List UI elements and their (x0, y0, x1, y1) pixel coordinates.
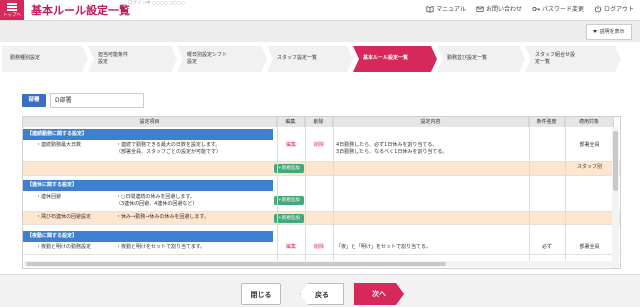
step-label: 曜日別設定シフト 設定 (187, 52, 228, 65)
explain-toggle-button[interactable]: 説明を表示 (586, 24, 632, 40)
step-shift-order[interactable]: 勤務並び設定一覧 (437, 46, 525, 72)
column-header: 条件強度 (529, 117, 565, 127)
column-header: 削除 (305, 117, 333, 127)
manual-label: マニュアル (436, 6, 466, 13)
delete-link[interactable]: 削除 (305, 242, 333, 253)
setting-description: ・○日間連続の休みを回避します。 （3連休の回避、4連休の回避など） (116, 194, 198, 207)
step-staff-combination[interactable]: スタッフ組合せ設 定一覧 (525, 46, 621, 72)
step-basic-rules[interactable]: 基本ルール設定一覧 (353, 46, 437, 72)
triangle-down-icon (593, 30, 598, 33)
step-shift-types[interactable]: 勤務種別設定 (2, 46, 88, 72)
table-row: ・連続勤務最大日数 ・連続で勤務できる最大の日数を設定します。 （部署全員、スタ… (23, 140, 620, 162)
step-label: 基本ルール設定一覧 (363, 55, 409, 61)
column-header: 適用対象 (565, 117, 614, 127)
add-new-button[interactable]: +新規追加 (274, 164, 304, 173)
login-info: ログイン中 ○○○○ ○○○○ (128, 1, 185, 6)
horizontal-scrollbar[interactable] (24, 261, 613, 267)
header: トップへ 基本ルール設定一覧 ログイン中 ○○○○ ○○○○ マニュアル お問い… (0, 0, 640, 20)
next-button[interactable]: 次へ (354, 283, 404, 305)
logout-label: ログアウト (603, 6, 634, 13)
step-navigation: 勤務種別設定 担当可能条件 設定 曜日別設定シフト 設定 スタッフ設定一覧 基本… (2, 46, 638, 72)
password-link[interactable]: パスワード変更 (532, 4, 584, 13)
add-new-button[interactable]: +新規追加 (274, 196, 304, 205)
section-header: 【連続勤務に関する設定】 (23, 129, 273, 140)
contact-label: お問い合わせ (485, 6, 522, 13)
column-divider (529, 117, 530, 262)
add-new-button[interactable]: +新規追加 (274, 214, 304, 223)
setting-description: ・夜勤と明けをセットで割り当てます。 (116, 244, 206, 250)
close-button[interactable]: 閉じる (241, 283, 281, 305)
page-title: 基本ルール設定一覧 (31, 4, 130, 17)
column-header: 設定内容 (333, 117, 529, 127)
setting-description: ・連続で勤務できる最大の日数を設定します。 （部署全員、スタッフごとの設定が可能… (116, 142, 221, 155)
table-row: ・夜勤と明けの勤務設定 ・夜勤と明けをセットで割り当てます。 編集 削除 「夜」… (23, 242, 620, 255)
manual-link[interactable]: マニュアル (426, 4, 466, 13)
department-label: 部署 (22, 94, 46, 107)
logout-icon (594, 5, 602, 12)
column-header: 編集 (277, 117, 305, 127)
table-row: +新規追加 スタッフ別 (23, 162, 620, 176)
back-button[interactable]: 戻る (300, 283, 344, 305)
step-label: 勤務種別設定 (10, 55, 41, 61)
step-label: 勤務並び設定一覧 (447, 55, 488, 61)
password-label: パスワード変更 (541, 6, 584, 13)
step-staff-settings[interactable]: スタッフ設定一覧 (267, 46, 353, 72)
setting-content: 4日勤務したら、必ず1日休みを割り当てる。 3日勤務したら、なるべく1日休みを割… (336, 142, 448, 155)
rules-table: 設定項目 編集 削除 設定内容 条件強度 適用対象 【連続勤務に関する設定】 ・… (22, 116, 621, 269)
step-label: 担当可能条件 設定 (98, 52, 129, 65)
target-value: 部署全員 (579, 244, 600, 250)
step-label: スタッフ組合せ設 定一覧 (535, 52, 576, 65)
app-window: トップへ 基本ルール設定一覧 ログイン中 ○○○○ ○○○○ マニュアル お問い… (0, 0, 640, 307)
setting-description: ・休み→勤務→休みの休みを回避します。 (116, 214, 209, 220)
edit-link[interactable]: 編集 (277, 242, 305, 253)
edit-link[interactable]: 編集 (277, 140, 305, 151)
section-header: 【連休に関する設定】 (23, 180, 273, 191)
table-row: ・連休回避 ・○日間連続の休みを回避します。 （3連休の回避、4連休の回避など）… (23, 192, 620, 212)
footer: 閉じる 戻る 次へ (0, 274, 640, 307)
section-header: 【夜勤に関する設定】 (23, 231, 273, 242)
hamburger-icon (7, 3, 17, 11)
department-field[interactable]: D部署 (50, 93, 144, 108)
vertical-scrollbar[interactable] (612, 127, 619, 268)
strength-value (529, 140, 565, 144)
key-icon (532, 6, 540, 11)
menu-button[interactable]: トップへ (0, 0, 24, 20)
menu-label: トップへ (3, 13, 21, 18)
target-value: 部署全員 (579, 142, 600, 148)
setting-content: 「夜」と「明け」をセットで割り当てる。 (336, 244, 432, 250)
step-assignable-conditions[interactable]: 担当可能条件 設定 (88, 46, 177, 72)
strength-value: 必ず (541, 244, 552, 250)
logout-link[interactable]: ログアウト (594, 4, 634, 13)
delete-link[interactable]: 削除 (305, 140, 333, 151)
explain-label: 説明を表示 (599, 29, 625, 35)
mail-icon (476, 6, 484, 12)
step-label: スタッフ設定一覧 (277, 55, 318, 61)
contact-link[interactable]: お問い合わせ (476, 4, 522, 13)
column-divider (277, 117, 278, 262)
header-links: マニュアル お問い合わせ パスワード変更 ログアウト (426, 4, 634, 13)
scrollbar-thumb[interactable] (613, 131, 618, 191)
sub-toolbar: 説明を表示 (0, 20, 640, 42)
target-value: スタッフ別 (576, 164, 602, 170)
column-divider (333, 117, 334, 262)
column-divider (305, 117, 306, 262)
scrollbar-thumb[interactable] (26, 262, 446, 266)
column-divider (565, 117, 566, 262)
table-row: ・飛び石連休の回避設定 ・休み→勤務→休みの休みを回避します。 +新規追加 (23, 212, 620, 225)
step-weekday-shifts[interactable]: 曜日別設定シフト 設定 (177, 46, 267, 72)
book-icon (426, 5, 434, 13)
column-header: 設定項目 (23, 117, 277, 127)
